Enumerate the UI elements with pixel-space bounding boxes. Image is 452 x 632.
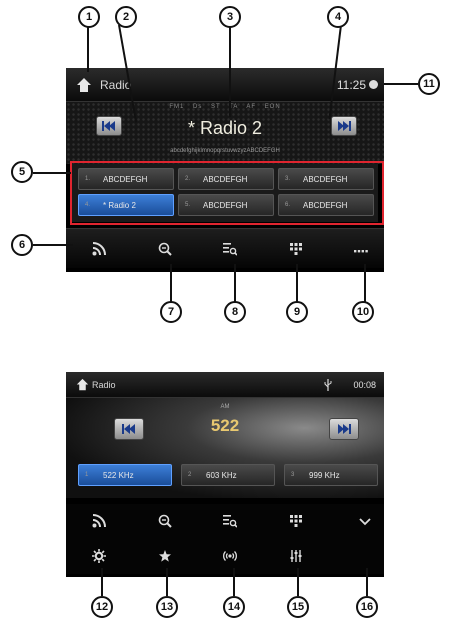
callout-10: 10 [352, 301, 374, 323]
band-label: AM [220, 404, 230, 410]
home-icon[interactable] [76, 378, 89, 391]
callout-2: 2 [115, 6, 137, 28]
zoom-out-button[interactable] [153, 509, 177, 533]
preset-number: 2 [188, 472, 192, 478]
seek-forward-button[interactable] [331, 116, 357, 136]
callout-7: 7 [160, 301, 182, 323]
preset-3-button[interactable]: 3 999 KHz [284, 464, 378, 486]
favorite-button[interactable] [153, 544, 177, 568]
settings-button[interactable] [87, 544, 111, 568]
callout-line [384, 83, 418, 85]
collapse-button[interactable] [353, 509, 377, 533]
callout-line [364, 264, 366, 302]
callout-line [296, 264, 298, 302]
home-icon[interactable] [76, 77, 92, 93]
page-title: Radio [92, 380, 116, 390]
callout-4: 4 [327, 6, 349, 28]
preset-label: 999 KHz [309, 470, 340, 480]
more-icon [354, 250, 368, 253]
station-list-button[interactable] [218, 509, 242, 533]
keypad-icon [290, 243, 302, 255]
callout-line [366, 568, 368, 596]
callout-9: 9 [286, 301, 308, 323]
equalizer-icon [290, 550, 302, 562]
broadcast-button[interactable] [218, 544, 242, 568]
seek-back-button[interactable] [96, 116, 122, 136]
skip-back-icon [122, 424, 135, 434]
skip-forward-icon [338, 424, 351, 434]
callout-line [234, 264, 236, 302]
zoom-out-icon [158, 514, 172, 528]
rss-icon [92, 514, 106, 528]
callout-line [233, 568, 235, 596]
favorite-icon [159, 550, 171, 562]
callout-8: 8 [224, 301, 246, 323]
callout-line [170, 264, 172, 302]
preset-highlight-frame [70, 161, 384, 225]
skip-back-icon [102, 121, 115, 131]
preset-1-button[interactable]: 1 522 KHz [78, 464, 172, 486]
preset-number: 3 [291, 472, 295, 478]
callout-line [33, 172, 71, 174]
bottom-toolbar-row2 [66, 538, 384, 574]
bottom-toolbar-row1 [66, 504, 384, 538]
top-bar: Radio 11:25 [66, 68, 384, 102]
callout-line [33, 244, 73, 246]
more-button[interactable] [349, 237, 373, 261]
chevron-down-icon [359, 518, 371, 526]
callout-6: 6 [11, 234, 33, 256]
seek-back-button[interactable] [114, 418, 144, 440]
radio-screen-am: Radio 00:08 AM 522 1 522 KHz 2 603 KHz 3… [66, 372, 384, 577]
callout-12: 12 [91, 596, 113, 618]
clock-icon[interactable] [369, 80, 378, 89]
bottom-toolbar [66, 228, 384, 268]
callout-16: 16 [356, 596, 378, 618]
seek-forward-button[interactable] [329, 418, 359, 440]
keypad-button[interactable] [284, 509, 308, 533]
zoom-out-icon [158, 242, 172, 256]
callout-13: 13 [156, 596, 178, 618]
rss-button[interactable] [87, 237, 111, 261]
radio-text: abcdefghijklmnopqrstuvwzyzABCDEFGH [170, 148, 280, 154]
station-list-button[interactable] [218, 237, 242, 261]
skip-forward-icon [338, 121, 351, 131]
callout-3: 3 [219, 6, 241, 28]
list-search-icon [223, 515, 237, 528]
callout-1: 1 [78, 6, 100, 28]
callout-11: 11 [418, 73, 440, 95]
callout-line [166, 568, 168, 596]
callout-line [229, 27, 231, 117]
top-bar: Radio 00:08 [66, 372, 384, 398]
broadcast-icon [223, 551, 237, 561]
callout-line [101, 568, 103, 596]
rss-button[interactable] [87, 509, 111, 533]
list-search-icon [223, 243, 237, 256]
callout-line [87, 27, 89, 72]
rss-icon [92, 242, 106, 256]
callout-14: 14 [223, 596, 245, 618]
page-title: Radio [100, 78, 132, 92]
preset-number: 1 [85, 472, 89, 478]
clock: 00:08 [353, 380, 376, 390]
preset-label: 603 KHz [206, 470, 237, 480]
keypad-icon [290, 515, 302, 527]
settings-icon [92, 549, 106, 563]
callout-line [297, 568, 299, 596]
preset-panel: 1 522 KHz 2 603 KHz 3 999 KHz [78, 462, 378, 488]
keypad-button[interactable] [284, 237, 308, 261]
preset-label: 522 KHz [103, 470, 134, 480]
usb-icon [324, 379, 332, 391]
callout-5: 5 [11, 161, 33, 183]
rds-flags: FM1 Ds ST TA AF EON [169, 104, 281, 110]
equalizer-button[interactable] [284, 544, 308, 568]
clock: 11:25 [336, 78, 366, 92]
zoom-out-button[interactable] [153, 237, 177, 261]
callout-15: 15 [287, 596, 309, 618]
preset-2-button[interactable]: 2 603 KHz [181, 464, 275, 486]
